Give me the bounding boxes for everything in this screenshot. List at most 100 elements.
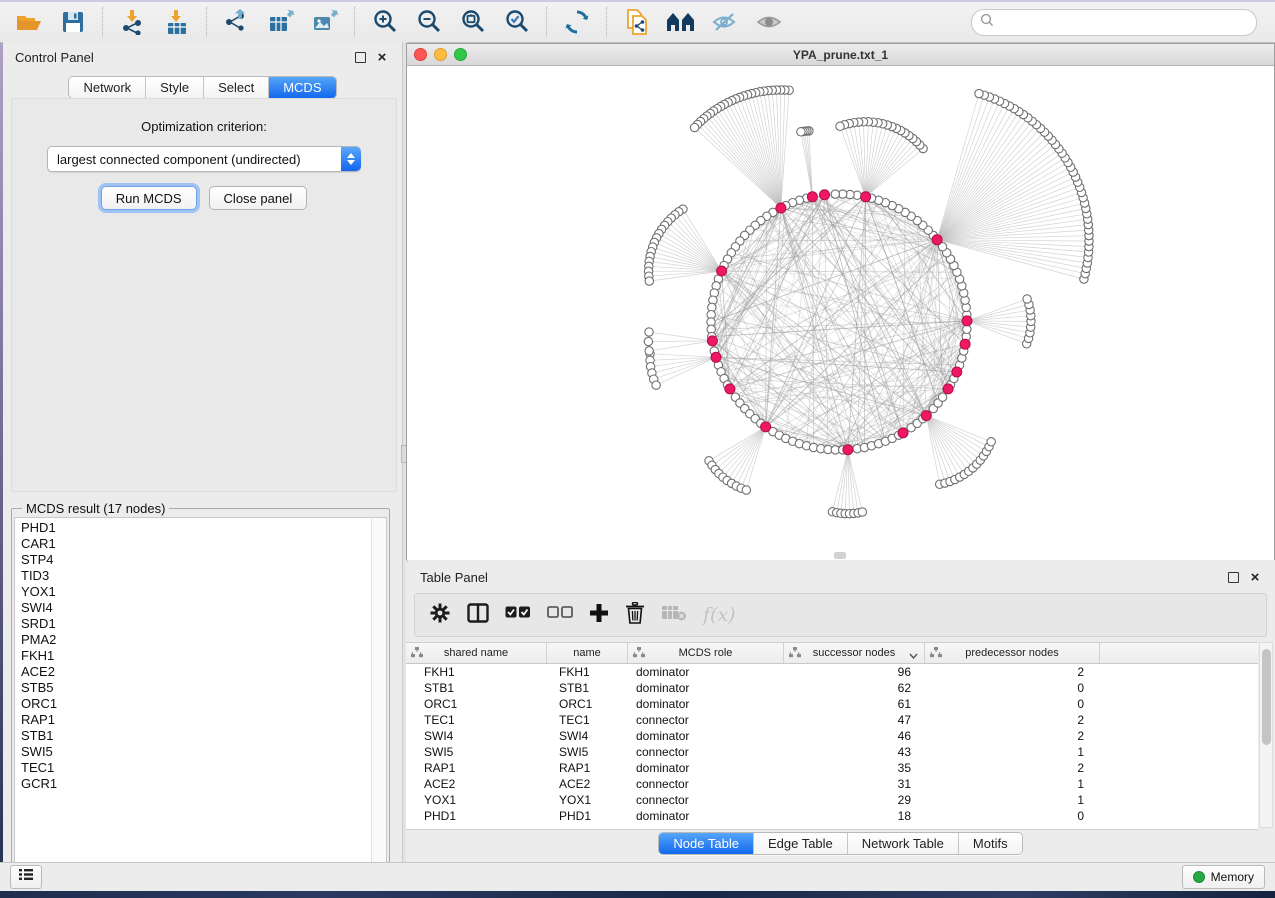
mcds-result-item[interactable]: TEC1 — [21, 760, 370, 776]
table-row[interactable]: YOX1YOX1connector291 — [406, 792, 1258, 808]
import-table-button[interactable] — [158, 6, 196, 38]
column-header-name[interactable]: name — [547, 643, 628, 663]
control-panel-tabs: NetworkStyleSelectMCDS — [68, 76, 336, 99]
cell-successor-nodes: 47 — [784, 712, 925, 728]
table-row[interactable]: FKH1FKH1dominator962 — [406, 664, 1258, 680]
first-neighbors-button[interactable] — [662, 6, 700, 38]
close-panel-button[interactable]: Close panel — [209, 186, 308, 210]
optimization-criterion-dropdown[interactable]: largest connected component (undirected) — [47, 146, 361, 172]
mcds-result-item[interactable]: FKH1 — [21, 648, 370, 664]
memory-status-dot — [1193, 871, 1205, 883]
toolbar-group-5 — [608, 6, 798, 38]
cell-name: SWI5 — [547, 744, 628, 760]
mcds-result-item[interactable]: STP4 — [21, 552, 370, 568]
column-header-predecessor-nodes[interactable]: predecessor nodes — [925, 643, 1100, 663]
cell-name: STB1 — [547, 680, 628, 696]
table-scrollbar[interactable] — [1259, 642, 1273, 828]
table-scrollbar-thumb[interactable] — [1262, 649, 1271, 745]
mcds-result-scrollbar[interactable] — [371, 518, 386, 878]
mcds-result-item[interactable]: PMA2 — [21, 632, 370, 648]
mcds-result-item[interactable]: YOX1 — [21, 584, 370, 600]
table-row[interactable]: TEC1TEC1connector472 — [406, 712, 1258, 728]
zoom-fit-button[interactable] — [454, 6, 492, 38]
table-row[interactable]: PHD1PHD1dominator180 — [406, 808, 1258, 824]
zoom-selected-icon — [504, 9, 530, 35]
column-header-shared-name[interactable]: shared name — [406, 643, 547, 663]
tab-mcds[interactable]: MCDS — [269, 77, 335, 98]
delete-button[interactable] — [625, 600, 645, 630]
search-input[interactable] — [994, 14, 1248, 30]
table-panel-close-button[interactable]: × — [1247, 569, 1263, 585]
column-label: MCDS role — [679, 647, 733, 659]
tab-style[interactable]: Style — [146, 77, 204, 98]
tab-network-table[interactable]: Network Table — [848, 833, 959, 854]
export-table-button[interactable] — [262, 6, 300, 38]
table-row[interactable]: ACE2ACE2connector311 — [406, 776, 1258, 792]
zoom-out-button[interactable] — [410, 6, 448, 38]
mcds-result-item[interactable]: GCR1 — [21, 776, 370, 792]
table-row[interactable]: SWI5SWI5connector431 — [406, 744, 1258, 760]
mcds-result-item[interactable]: SWI5 — [21, 744, 370, 760]
control-panel-title: Control Panel — [15, 50, 94, 65]
tab-node-table[interactable]: Node Table — [659, 833, 754, 854]
settings-button[interactable] — [429, 600, 451, 630]
zoom-in-button[interactable] — [366, 6, 404, 38]
column-header-successor-nodes[interactable]: successor nodes — [784, 643, 925, 663]
network-hscroll-thumb[interactable] — [834, 552, 846, 559]
cell-shared-name: STB1 — [406, 680, 547, 696]
mcds-result-item[interactable]: SWI4 — [21, 600, 370, 616]
mcds-result-list[interactable]: PHD1CAR1STP4TID3YOX1SWI4SRD1PMA2FKH1ACE2… — [14, 517, 387, 879]
list-icon — [18, 868, 34, 886]
new-network-from-selection-button[interactable] — [618, 6, 656, 38]
control-panel-close-button[interactable]: × — [374, 49, 390, 65]
cell-shared-name: YOX1 — [406, 792, 547, 808]
tab-edge-table[interactable]: Edge Table — [754, 833, 848, 854]
control-panel-float-button[interactable] — [352, 49, 368, 65]
show-all-button[interactable] — [750, 6, 788, 38]
run-mcds-button[interactable]: Run MCDS — [101, 186, 197, 210]
hide-selected-button[interactable] — [706, 6, 744, 38]
column-label: name — [573, 647, 601, 659]
network-graph[interactable] — [407, 66, 1274, 560]
save-button[interactable] — [54, 6, 92, 38]
mcds-result-item[interactable]: TID3 — [21, 568, 370, 584]
mcds-result-item[interactable]: PHD1 — [21, 520, 370, 536]
columns-button[interactable] — [467, 600, 489, 630]
show-panels-button[interactable] — [10, 865, 42, 889]
cell-name: PHD1 — [547, 808, 628, 824]
cell-predecessor-nodes: 0 — [925, 680, 1100, 696]
table-panel-float-button[interactable] — [1225, 569, 1241, 585]
apply-layout-button[interactable] — [558, 6, 596, 38]
mcds-result-item[interactable]: CAR1 — [21, 536, 370, 552]
tab-network[interactable]: Network — [69, 77, 146, 98]
open-button[interactable] — [10, 6, 48, 38]
deselect-all-icon — [547, 606, 573, 624]
tab-select[interactable]: Select — [204, 77, 269, 98]
table-toolbar: f(x) — [414, 593, 1267, 637]
network-window-titlebar[interactable]: YPA_prune.txt_1 — [407, 44, 1274, 66]
tab-motifs[interactable]: Motifs — [959, 833, 1022, 854]
table-row[interactable]: STB1STB1dominator620 — [406, 680, 1258, 696]
mcds-result-item[interactable]: ACE2 — [21, 664, 370, 680]
export-image-button[interactable] — [306, 6, 344, 38]
deselect-all-button[interactable] — [547, 600, 573, 630]
import-network-button[interactable] — [114, 6, 152, 38]
select-all-icon — [505, 606, 531, 624]
table-row[interactable]: SWI4SWI4dominator462 — [406, 728, 1258, 744]
network-canvas[interactable] — [407, 66, 1274, 560]
export-network-button[interactable] — [218, 6, 256, 38]
table-row[interactable]: RAP1RAP1dominator352 — [406, 760, 1258, 776]
table-row[interactable]: ORC1ORC1dominator610 — [406, 696, 1258, 712]
mcds-result-item[interactable]: SRD1 — [21, 616, 370, 632]
memory-button[interactable]: Memory — [1182, 865, 1265, 889]
mcds-result-item[interactable]: ORC1 — [21, 696, 370, 712]
cell-successor-nodes: 61 — [784, 696, 925, 712]
mcds-result-item[interactable]: RAP1 — [21, 712, 370, 728]
zoom-selected-button[interactable] — [498, 6, 536, 38]
add-button[interactable] — [589, 600, 609, 630]
select-all-button[interactable] — [505, 600, 531, 630]
column-header-MCDS-role[interactable]: MCDS role — [628, 643, 784, 663]
mcds-result-item[interactable]: STB5 — [21, 680, 370, 696]
mcds-result-item[interactable]: STB1 — [21, 728, 370, 744]
search-field[interactable] — [971, 9, 1257, 36]
